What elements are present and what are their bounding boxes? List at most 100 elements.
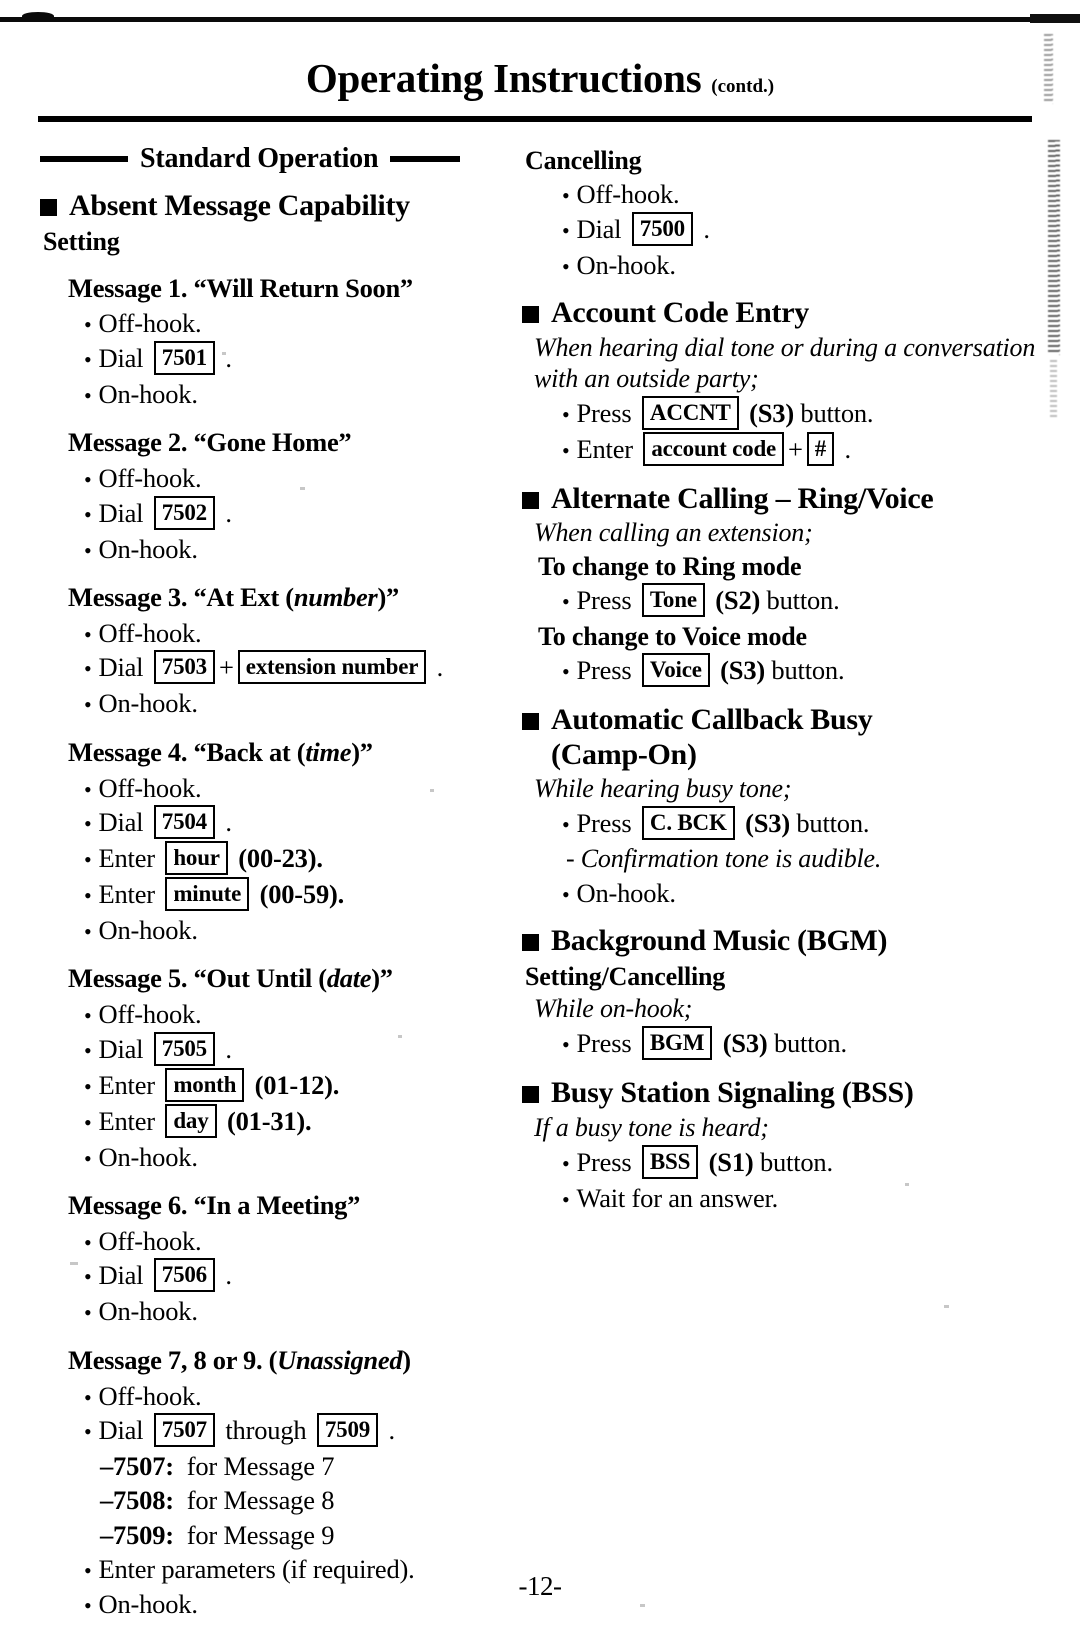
- step-text: On-hook.: [98, 378, 198, 409]
- round-bullet-icon: •: [562, 881, 570, 907]
- subgroup-heading: To change to Voice mode: [538, 621, 807, 651]
- key-box-month[interactable]: month: [165, 1067, 245, 1102]
- setting-subheading: Setting: [43, 226, 120, 256]
- section-context-note: If a busy tone is heard;: [534, 1112, 769, 1142]
- step-text: Off-hook.: [98, 999, 202, 1030]
- section-automatic-callback-busy: Automatic Callback Busy (Camp-On) While he…: [522, 703, 1040, 910]
- key-box-7507[interactable]: 7507: [153, 1412, 215, 1447]
- step-list: • Off-hook. • Dial 7505 . • Enter month (01-1…: [40, 997, 500, 1174]
- key-box-extension-number[interactable]: extension number: [237, 650, 427, 685]
- step-text: Enter: [98, 842, 162, 873]
- key-box-7501[interactable]: 7501: [153, 340, 215, 375]
- two-column-body: Standard Operation Absent Message Capabi…: [0, 122, 1080, 1625]
- step-text: .: [838, 433, 852, 464]
- message-title: Message 1. “Will Return Soon”: [68, 272, 413, 303]
- step-text: Off-hook.: [98, 1225, 202, 1256]
- key-box-bss[interactable]: BSS: [641, 1144, 699, 1179]
- section-context-note: When hearing dial tone or during a conve…: [534, 332, 1036, 393]
- round-bullet-icon: •: [562, 183, 570, 209]
- dash-detail-line: –7507: for Message 7: [100, 1450, 335, 1481]
- banner-rule-right: [390, 156, 461, 162]
- step-list: • Press Tone (S2) button.: [522, 582, 1040, 619]
- key-box-7502[interactable]: 7502: [153, 495, 215, 530]
- round-bullet-icon: •: [84, 1003, 92, 1029]
- section-subheading: Setting/Cancelling: [525, 961, 726, 991]
- key-box-day[interactable]: day: [165, 1103, 217, 1138]
- message-title: Message 7, 8 or 9. (Unassigned): [68, 1344, 411, 1375]
- step-text: On-hook.: [576, 249, 676, 280]
- round-bullet-icon: •: [84, 1145, 92, 1171]
- step-text: Off-hook.: [98, 308, 202, 339]
- round-bullet-icon: •: [84, 537, 92, 563]
- key-box-7503[interactable]: 7503: [153, 650, 215, 685]
- step-list: • On-hook.: [522, 876, 1040, 910]
- step-text: (S1): [708, 1146, 754, 1177]
- round-bullet-icon: •: [84, 656, 92, 682]
- key-box-7509[interactable]: 7509: [316, 1412, 379, 1447]
- key-box-7506[interactable]: 7506: [153, 1258, 215, 1293]
- step-text: through: [218, 1414, 313, 1445]
- section-busy-station-signaling-bss: Busy Station Signaling (BSS) If a busy to…: [522, 1076, 1040, 1215]
- message-title: Message 5. “Out Until (date)”: [68, 963, 393, 994]
- step-text: (01-12).: [254, 1069, 340, 1100]
- key-box-tone[interactable]: Tone: [641, 582, 705, 617]
- standard-operation-label: Standard Operation: [140, 143, 379, 174]
- square-bullet-icon: [522, 491, 539, 509]
- key-box-bgm[interactable]: BGM: [641, 1026, 713, 1061]
- step-item: • Dial 7505 .: [84, 1031, 500, 1068]
- step-list: • Off-hook. • Dial 7507 through 7509 .: [40, 1379, 500, 1449]
- round-bullet-icon: •: [84, 501, 92, 527]
- step-text: Press: [576, 655, 638, 685]
- key-box-7500[interactable]: 7500: [631, 211, 693, 246]
- message-list: Message 1. “Will Return Soon” • Off-hook. •…: [40, 273, 500, 1621]
- step-item: • Off-hook.: [84, 1224, 500, 1258]
- key-box--[interactable]: #: [806, 431, 835, 466]
- round-bullet-icon: •: [84, 1264, 92, 1290]
- message-title-parameter: number: [293, 582, 378, 613]
- step-text: (S3): [745, 808, 790, 839]
- step-item: • Enter minute (00-59).: [84, 876, 500, 913]
- section-heading: Account Code Entry: [522, 296, 1040, 331]
- step-list: • Off-hook. • Dial 7502 . • On-hook.: [40, 461, 500, 566]
- round-bullet-icon: •: [84, 621, 92, 647]
- step-text: Enter: [576, 433, 640, 464]
- step-item: • Dial 7503 + extension number .: [84, 650, 500, 686]
- step-text: Dial: [98, 806, 150, 837]
- key-box-c-bck[interactable]: C. BCK: [641, 806, 735, 841]
- message-title-parameter: Unassigned: [277, 1344, 403, 1375]
- key-box-7505[interactable]: 7505: [153, 1031, 215, 1066]
- section-heading-text: Absent Message Capability: [69, 189, 410, 222]
- key-box-voice[interactable]: Voice: [641, 653, 710, 687]
- key-box-7504[interactable]: 7504: [153, 804, 215, 839]
- step-text: (S2): [715, 584, 761, 615]
- round-bullet-icon: •: [84, 467, 92, 493]
- round-bullet-icon: •: [562, 659, 570, 684]
- section-heading-text-line2: (Camp-On): [551, 737, 697, 771]
- section-context-note: When calling an extension;: [534, 518, 813, 548]
- left-column: Standard Operation Absent Message Capabi…: [0, 143, 500, 1625]
- key-box-minute[interactable]: minute: [165, 876, 250, 911]
- dash-detail-code: –7508:: [100, 1485, 174, 1516]
- step-item: • On-hook.: [84, 377, 500, 411]
- step-item: • Enter day (01-31).: [84, 1103, 500, 1140]
- page-title-text: Operating Instructions: [305, 55, 702, 101]
- step-text: button.: [789, 808, 870, 839]
- key-box-account-code[interactable]: account code: [643, 431, 785, 466]
- step-item: • Off-hook.: [562, 177, 1040, 211]
- key-box-accnt[interactable]: ACCNT: [641, 395, 739, 430]
- step-text: Press: [576, 808, 638, 839]
- round-bullet-icon: •: [562, 1150, 570, 1176]
- step-text: Dial: [98, 1033, 150, 1064]
- round-bullet-icon: •: [84, 1073, 92, 1099]
- key-box-hour[interactable]: hour: [165, 840, 228, 875]
- message-title: Message 3. “At Ext (number)”: [68, 582, 399, 613]
- section-alternate-calling-ring-voice: Alternate Calling – Ring/Voice When calli…: [522, 482, 1040, 689]
- square-bullet-icon: [522, 713, 539, 730]
- step-text: .: [696, 213, 710, 244]
- step-item: • Press ACCNT (S3) button.: [562, 395, 1040, 432]
- round-bullet-icon: •: [84, 1418, 92, 1444]
- step-text: On-hook.: [98, 1296, 198, 1327]
- round-bullet-icon: •: [562, 217, 570, 243]
- step-text: .: [218, 342, 232, 373]
- step-text: +: [218, 652, 234, 683]
